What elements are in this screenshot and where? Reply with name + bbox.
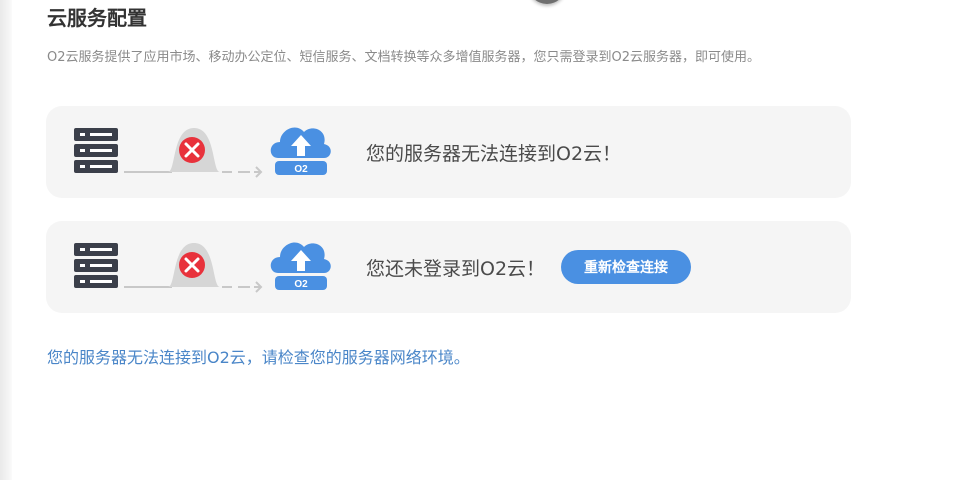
cloud-o2-icon: O2: [270, 242, 331, 290]
network-hint-text: 您的服务器无法连接到O2云，请检查您的服务器网络环境。: [47, 348, 470, 367]
server-icon: [74, 243, 118, 288]
left-rail: [0, 0, 12, 480]
page-title: 云服务配置: [47, 6, 147, 30]
login-illustration: O2: [74, 242, 331, 293]
top-knob: [528, 0, 566, 4]
error-x-icon: [168, 128, 220, 172]
connection-illustration: O2: [74, 127, 331, 178]
cloud-o2-icon: O2: [270, 127, 331, 175]
card-message-row: 您还未登录到O2云！ 重新检查连接: [366, 221, 692, 313]
card-message-row: 您的服务器无法连接到O2云！: [366, 106, 621, 198]
cloud-label: O2: [294, 279, 308, 290]
login-status-card: O2 您还未登录到O2云！ 重新检查连接: [46, 221, 851, 313]
server-icon: [74, 128, 118, 173]
connection-error-message: 您的服务器无法连接到O2云！: [366, 142, 622, 165]
page-description: O2云服务提供了应用市场、移动办公定位、短信服务、文档转换等众多增值服务器，您只…: [47, 50, 761, 65]
login-status-message: 您还未登录到O2云！: [366, 257, 546, 280]
cloud-label: O2: [294, 164, 308, 175]
recheck-connection-button[interactable]: 重新检查连接: [561, 250, 692, 284]
connection-status-card: O2 您的服务器无法连接到O2云！: [46, 106, 851, 198]
error-x-icon: [168, 243, 220, 287]
